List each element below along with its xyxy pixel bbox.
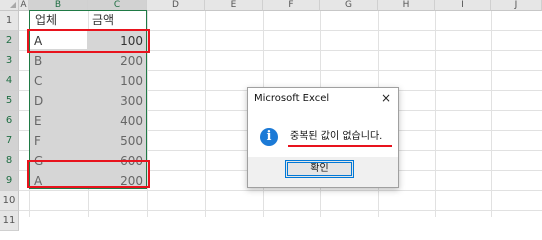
- row-header-5[interactable]: 5: [0, 91, 19, 111]
- row-header-7[interactable]: 7: [0, 131, 19, 151]
- duplicate-highlight-row-2: [27, 29, 150, 53]
- cell-amount[interactable]: 300: [87, 91, 143, 111]
- duplicate-highlight-row-9: [27, 160, 150, 188]
- cell-amount[interactable]: 500: [87, 131, 143, 151]
- cell-amount[interactable]: 100: [87, 71, 143, 91]
- row-header-1[interactable]: 1: [0, 11, 19, 31]
- cell-vendor[interactable]: E: [34, 111, 42, 131]
- close-icon[interactable]: ×: [379, 91, 393, 105]
- row-header-9[interactable]: 9: [0, 171, 19, 191]
- cell-amount[interactable]: 200: [87, 51, 143, 71]
- column-header-i[interactable]: I: [435, 0, 491, 11]
- column-header-g[interactable]: G: [320, 0, 378, 11]
- row-header-10[interactable]: 10: [0, 191, 19, 211]
- cell-vendor[interactable]: C: [34, 71, 42, 91]
- ok-button[interactable]: 확인: [285, 160, 354, 178]
- cell-vendor[interactable]: D: [34, 91, 43, 111]
- cell-vendor[interactable]: B: [34, 51, 42, 71]
- row-header-11[interactable]: 11: [0, 211, 19, 231]
- dialog-title: Microsoft Excel: [254, 93, 330, 104]
- row-header-3[interactable]: 3: [0, 51, 19, 71]
- row-header-6[interactable]: 6: [0, 111, 19, 131]
- message-underline: [288, 145, 392, 147]
- header-amount[interactable]: 금액: [92, 10, 114, 30]
- header-vendor[interactable]: 업체: [35, 10, 57, 30]
- row-header-4[interactable]: 4: [0, 71, 19, 91]
- info-icon: i: [260, 128, 278, 146]
- dialog-message: 중복된 값이 없습니다.: [290, 131, 383, 142]
- column-header-h[interactable]: H: [378, 0, 435, 11]
- column-header-e[interactable]: E: [205, 0, 263, 11]
- message-dialog: Microsoft Excel × i 중복된 값이 없습니다. 확인: [247, 87, 399, 188]
- column-header-d[interactable]: D: [147, 0, 205, 11]
- select-all-corner[interactable]: [0, 0, 19, 11]
- column-header-j[interactable]: J: [491, 0, 542, 11]
- column-header-a[interactable]: A: [19, 0, 29, 11]
- cell-amount[interactable]: 400: [87, 111, 143, 131]
- row-header-2[interactable]: 2: [0, 31, 19, 51]
- cell-vendor[interactable]: F: [34, 131, 41, 151]
- column-header-f[interactable]: F: [263, 0, 320, 11]
- row-header-8[interactable]: 8: [0, 151, 19, 171]
